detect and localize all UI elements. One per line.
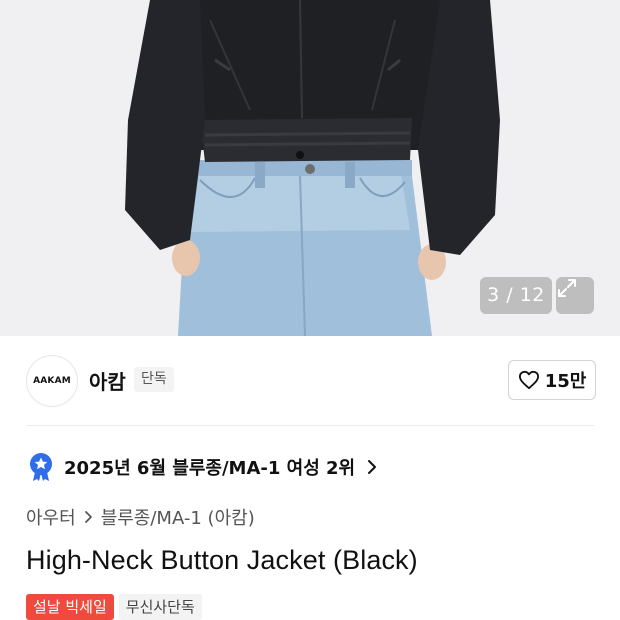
like-button[interactable]: 15만 <box>508 360 596 400</box>
brand-logo-text: AAKAM <box>33 376 71 386</box>
expand-image-button[interactable] <box>556 277 594 314</box>
ranking-medal-icon <box>30 453 52 481</box>
sale-badge: 설날 빅세일 <box>26 594 114 620</box>
chevron-right-icon <box>84 511 92 523</box>
divider <box>26 425 594 426</box>
like-count: 15만 <box>544 371 587 392</box>
expand-icon <box>558 279 576 297</box>
chevron-right-icon <box>368 460 377 474</box>
exclusive-badge: 무신사단독 <box>118 594 202 620</box>
brand-name[interactable]: 아캄 <box>89 366 126 395</box>
breadcrumb: 아우터 블루종/MA-1 (아캄) <box>26 503 255 531</box>
ranking-text: 2025년 6월 블루종/MA-1 여성 2위 <box>64 458 356 479</box>
breadcrumb-item-category[interactable]: 블루종/MA-1 (아캄) <box>101 504 255 530</box>
product-image[interactable]: 3 / 12 <box>0 0 620 336</box>
badges: 설날 빅세일 무신사단독 <box>26 594 202 620</box>
product-title: High-Neck Button Jacket (Black) <box>26 545 418 575</box>
image-counter: 3 / 12 <box>480 277 552 314</box>
breadcrumb-item-outer[interactable]: 아우터 <box>26 504 76 530</box>
ranking-link[interactable]: 2025년 6월 블루종/MA-1 여성 2위 <box>28 452 377 482</box>
brand-exclusive-tag: 단독 <box>134 367 174 392</box>
brand-row: AAKAM 아캄 단독 15만 <box>0 336 620 426</box>
brand-logo[interactable]: AAKAM <box>26 355 78 407</box>
heart-icon <box>518 370 539 390</box>
